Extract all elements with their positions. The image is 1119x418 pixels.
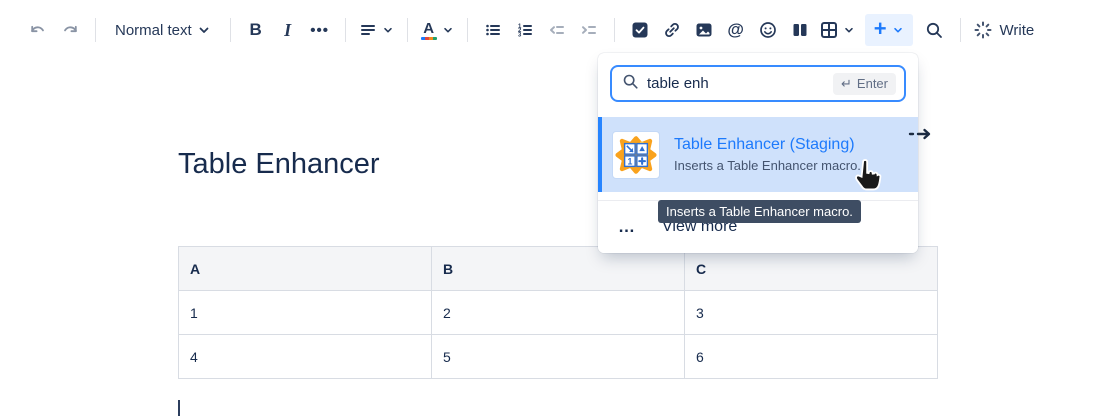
insert-menu-panel: ↵ Enter 1	[598, 53, 918, 253]
emoji-button[interactable]	[752, 14, 784, 46]
table-row: 4 5 6	[179, 335, 938, 379]
search-icon	[622, 73, 639, 95]
table-cell[interactable]: 4	[179, 335, 432, 379]
content-table: A B C 1 2 3 4 5 6	[178, 246, 938, 379]
toolbar-divider	[345, 18, 346, 42]
emoji-icon	[759, 21, 777, 39]
toolbar-divider	[614, 18, 615, 42]
enter-key-label: Enter	[857, 76, 888, 91]
table-cell[interactable]: 2	[432, 291, 685, 335]
find-replace-button[interactable]	[919, 14, 951, 46]
table-cell[interactable]: 1	[179, 291, 432, 335]
task-icon	[631, 21, 649, 39]
arrow-right-icon	[908, 127, 934, 146]
table-cell[interactable]: 5	[432, 335, 685, 379]
macro-search-input[interactable]	[647, 75, 833, 92]
return-key-icon: ↵	[841, 76, 852, 92]
redo-icon	[60, 20, 80, 40]
ai-write-icon	[974, 21, 992, 39]
image-button[interactable]	[688, 14, 720, 46]
editor-toolbar: Normal text B I ••• A	[22, 13, 1038, 47]
macro-result-table-enhancer[interactable]: 1 Table Enhancer (Staging) Inserts a Tab…	[598, 117, 918, 192]
chevron-down-icon	[843, 24, 855, 36]
table-cell[interactable]: 3	[685, 291, 938, 335]
result-description: Inserts a Table Enhancer macro.	[674, 158, 861, 173]
ai-write-label: Write	[1000, 22, 1035, 39]
text-style-dropdown[interactable]: Normal text	[105, 14, 221, 46]
toolbar-divider	[230, 18, 231, 42]
redo-button[interactable]	[54, 14, 86, 46]
table-header-row: A B C	[179, 247, 938, 291]
numbered-list-button[interactable]: 123	[509, 14, 541, 46]
mention-icon: @	[727, 20, 744, 40]
link-icon	[663, 21, 681, 39]
chevron-down-icon	[197, 23, 211, 37]
table-dropdown[interactable]	[816, 14, 859, 46]
text-caret	[178, 400, 180, 416]
table-row: 1 2 3	[179, 291, 938, 335]
chevron-down-icon	[892, 24, 904, 36]
more-icon: •••	[310, 22, 329, 39]
undo-icon	[28, 20, 48, 40]
layout-button[interactable]	[784, 14, 816, 46]
table-cell[interactable]: 6	[685, 335, 938, 379]
bullet-list-button[interactable]	[477, 14, 509, 46]
outdent-icon	[548, 21, 566, 39]
toolbar-divider	[467, 18, 468, 42]
toolbar-divider	[95, 18, 96, 42]
insert-dropdown[interactable]: +	[865, 14, 913, 46]
macro-search-box[interactable]: ↵ Enter	[610, 65, 906, 102]
table-header-cell[interactable]: A	[179, 247, 432, 291]
plus-icon: +	[874, 18, 887, 40]
ellipsis-icon: …	[618, 217, 648, 237]
toolbar-divider	[407, 18, 408, 42]
link-button[interactable]	[656, 14, 688, 46]
text-color-dropdown[interactable]: A	[417, 14, 458, 46]
align-left-icon	[359, 21, 377, 39]
toolbar-divider	[960, 18, 961, 42]
numbered-list-icon: 123	[516, 21, 534, 39]
italic-button[interactable]: I	[272, 14, 304, 46]
indent-button[interactable]	[573, 14, 605, 46]
macro-tooltip: Inserts a Table Enhancer macro.	[658, 200, 861, 223]
bold-icon: B	[250, 20, 262, 40]
task-list-button[interactable]	[624, 14, 656, 46]
page-title: Table Enhancer	[178, 148, 380, 181]
undo-button[interactable]	[22, 14, 54, 46]
italic-icon: I	[284, 20, 291, 41]
table-header-cell[interactable]: B	[432, 247, 685, 291]
bold-button[interactable]: B	[240, 14, 272, 46]
text-color-icon: A	[421, 21, 437, 40]
enter-key-badge: ↵ Enter	[833, 73, 896, 95]
table-icon	[820, 21, 838, 39]
table-enhancer-macro-icon: 1	[612, 131, 660, 179]
mention-button[interactable]: @	[720, 14, 752, 46]
bullet-list-icon	[484, 21, 502, 39]
outdent-button[interactable]	[541, 14, 573, 46]
image-icon	[695, 21, 713, 39]
ai-write-button[interactable]: Write	[970, 14, 1039, 46]
editor-page: Normal text B I ••• A	[0, 0, 1119, 418]
table-header-cell[interactable]: C	[685, 247, 938, 291]
result-text: Table Enhancer (Staging) Inserts a Table…	[674, 136, 861, 173]
indent-icon	[580, 21, 598, 39]
svg-text:3: 3	[518, 32, 522, 38]
result-title: Table Enhancer (Staging)	[674, 136, 861, 154]
alignment-dropdown[interactable]	[355, 14, 398, 46]
search-icon	[925, 21, 944, 40]
more-formatting-button[interactable]: •••	[304, 14, 336, 46]
layout-icon	[791, 21, 809, 39]
chevron-down-icon	[442, 24, 454, 36]
text-style-label: Normal text	[115, 22, 192, 39]
chevron-down-icon	[382, 24, 394, 36]
svg-text:1: 1	[627, 156, 632, 166]
